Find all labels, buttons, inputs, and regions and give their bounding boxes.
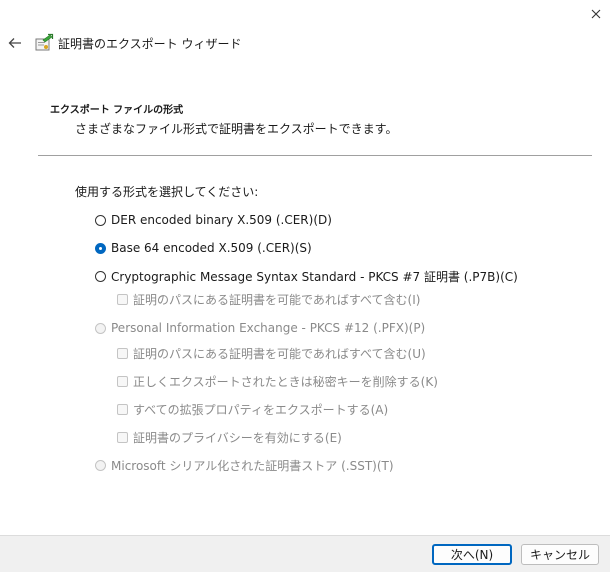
radio-pkcs12[interactable]: Personal Information Exchange - PKCS #12… (95, 321, 425, 335)
section-description: さまざまなファイル形式で証明書をエクスポートできます。 (75, 122, 398, 136)
radio-der-binary[interactable]: DER encoded binary X.509 (.CER)(D) (95, 213, 332, 227)
option-label: Personal Information Exchange - PKCS #12… (111, 321, 426, 335)
option-label: DER encoded binary X.509 (.CER)(D) (111, 213, 332, 227)
checkbox-export-extended-properties[interactable]: すべての拡張プロパティをエクスポートする(A) (117, 401, 388, 418)
radio-button[interactable] (95, 322, 106, 334)
checkbox-enable-privacy[interactable]: 証明書のプライバシーを有効にする(E) (117, 429, 342, 446)
back-arrow-icon (8, 38, 21, 48)
format-prompt: 使用する形式を選択してください: (75, 185, 259, 199)
checkbox[interactable] (117, 404, 128, 415)
checkbox-pkcs7-include-chain[interactable]: 証明のパスにある証明書を可能であればすべて含む(I) (117, 291, 420, 308)
checkbox-delete-private-key[interactable]: 正しくエクスポートされたときは秘密キーを削除する(K) (117, 373, 438, 390)
option-label: すべての拡張プロパティをエクスポートする(A) (133, 403, 389, 417)
checkbox[interactable] (117, 294, 128, 305)
radio-button[interactable] (95, 460, 106, 471)
radio-button[interactable] (95, 271, 106, 282)
option-label: Cryptographic Message Syntax Standard - … (111, 270, 518, 284)
section-title: エクスポート ファイルの形式 (50, 105, 184, 116)
wizard-title: 証明書のエクスポート ウィザード (58, 37, 242, 51)
radio-button[interactable] (95, 214, 106, 226)
checkbox-pfx-include-chain[interactable]: 証明のパスにある証明書を可能であればすべて含む(U) (117, 345, 426, 362)
button-bar (0, 535, 610, 572)
checkbox[interactable] (117, 432, 128, 443)
option-label: 正しくエクスポートされたときは秘密キーを削除する(K) (133, 375, 438, 389)
close-icon (591, 9, 601, 19)
checkbox[interactable] (117, 376, 128, 387)
radio-base64[interactable]: Base 64 encoded X.509 (.CER)(S) (95, 241, 312, 255)
option-label: 証明書のプライバシーを有効にする(E) (133, 431, 342, 445)
header-divider (38, 155, 592, 156)
radio-button-checked[interactable] (95, 242, 106, 254)
cancel-button[interactable]: キャンセル (521, 544, 599, 565)
option-label: Microsoft シリアル化された証明書ストア (.SST)(T) (111, 459, 394, 473)
radio-sst[interactable]: Microsoft シリアル化された証明書ストア (.SST)(T) (95, 457, 394, 474)
close-button[interactable] (584, 2, 608, 26)
radio-pkcs7[interactable]: Cryptographic Message Syntax Standard - … (95, 268, 518, 285)
next-button[interactable]: 次へ(N) (432, 544, 512, 565)
option-label: Base 64 encoded X.509 (.CER)(S) (111, 241, 312, 255)
option-label: 証明のパスにある証明書を可能であればすべて含む(I) (133, 293, 421, 307)
back-button[interactable] (4, 32, 26, 54)
option-label: 証明のパスにある証明書を可能であればすべて含む(U) (133, 347, 426, 361)
certificate-wizard-icon (34, 33, 54, 53)
checkbox[interactable] (117, 348, 128, 359)
